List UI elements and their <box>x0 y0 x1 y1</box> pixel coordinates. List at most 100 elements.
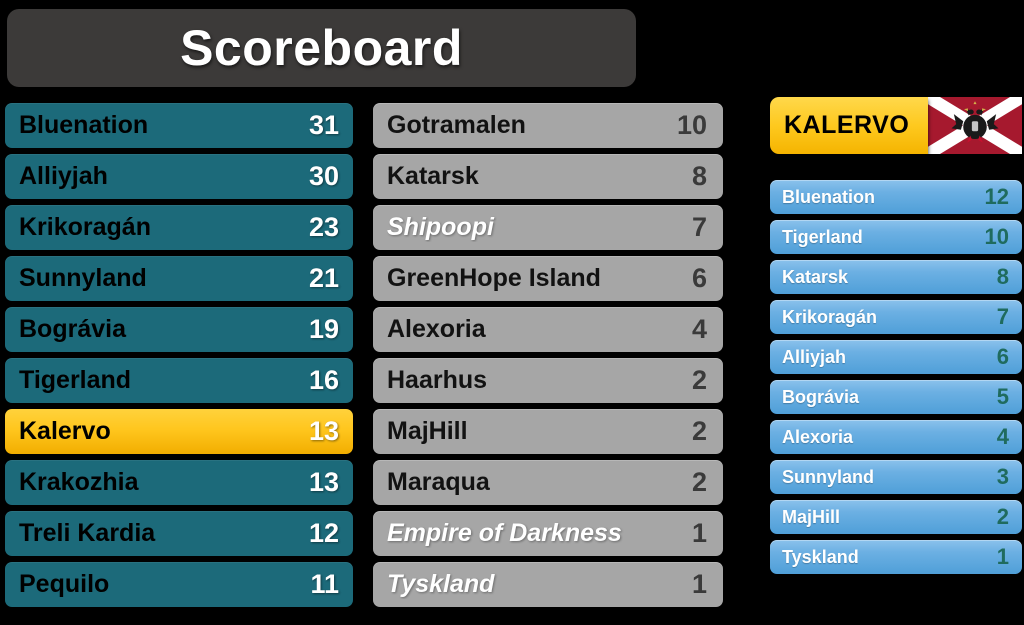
team-name: Katarsk <box>387 162 479 190</box>
team-score: 19 <box>308 314 339 344</box>
table-row[interactable]: Bográvia 5 <box>770 380 1022 414</box>
team-name: Sunnyland <box>19 264 147 292</box>
team-score: 21 <box>308 263 339 293</box>
table-row[interactable]: Treli Kardia 12 <box>5 511 353 556</box>
table-row[interactable]: Shipoopi 7 <box>373 205 723 250</box>
team-score: 4 <box>691 314 707 344</box>
table-row[interactable]: Tigerland 16 <box>5 358 353 403</box>
table-row[interactable]: Sunnyland 21 <box>5 256 353 301</box>
team-score: 30 <box>308 161 339 191</box>
team-score: 2 <box>691 365 707 395</box>
team-name: Shipoopi <box>387 213 494 241</box>
team-score: 11 <box>310 569 339 599</box>
country-panel: KALERVO Bluenation 12 Tigerland 10 Katar… <box>770 97 1022 580</box>
team-score: 2 <box>691 416 707 446</box>
team-name: Alliyjah <box>19 162 108 190</box>
team-name: Tyskland <box>387 570 495 598</box>
team-score: 16 <box>308 365 339 395</box>
table-row[interactable]: Empire of Darkness 1 <box>373 511 723 556</box>
table-row[interactable]: Krikoragán 23 <box>5 205 353 250</box>
team-name: Gotramalen <box>387 111 526 139</box>
standings-middle-column: Gotramalen 10 Katarsk 8 Shipoopi 7 GreenHope I… <box>373 103 723 613</box>
country-panel-header: KALERVO <box>770 97 1022 154</box>
country-name-label: KALERVO <box>784 111 910 139</box>
team-name: Bluenation <box>19 111 149 139</box>
team-score: 1 <box>691 518 707 548</box>
table-row[interactable]: Haarhus 2 <box>373 358 723 403</box>
table-row[interactable]: MajHill 2 <box>770 500 1022 534</box>
country-opponent-score: 6 <box>996 344 1009 369</box>
country-opponent-name: Bluenation <box>782 186 875 207</box>
country-opponent-name: Krikoragán <box>782 306 878 327</box>
team-name: Kalervo <box>19 417 111 445</box>
team-score: 23 <box>308 212 339 242</box>
country-opponent-name: Tyskland <box>782 546 859 567</box>
table-row[interactable]: MajHill 2 <box>373 409 723 454</box>
team-name: GreenHope Island <box>387 264 601 292</box>
team-name: Haarhus <box>387 366 488 394</box>
country-opponent-score: 5 <box>996 384 1009 409</box>
table-row[interactable]: Tyskland 1 <box>373 562 723 607</box>
table-row[interactable]: Bográvia 19 <box>5 307 353 352</box>
country-opponent-name: Alliyjah <box>782 346 847 367</box>
team-score: 1 <box>691 569 707 599</box>
table-row[interactable]: Kalervo 13 <box>5 409 353 454</box>
table-row[interactable]: Sunnyland 3 <box>770 460 1022 494</box>
country-opponent-name: Tigerland <box>782 226 863 247</box>
table-row[interactable]: Alexoria 4 <box>770 420 1022 454</box>
team-score: 10 <box>676 110 707 140</box>
team-score: 12 <box>308 518 339 548</box>
table-row[interactable]: Katarsk 8 <box>770 260 1022 294</box>
team-score: 13 <box>308 467 339 497</box>
team-score: 31 <box>308 110 339 140</box>
table-row[interactable]: Tyskland 1 <box>770 540 1022 574</box>
country-name-plate: KALERVO <box>770 97 928 154</box>
team-name: Tigerland <box>19 366 132 394</box>
table-row[interactable]: Bluenation 12 <box>770 180 1022 214</box>
country-opponent-score: 2 <box>996 504 1009 529</box>
team-score: 13 <box>308 416 339 446</box>
table-row[interactable]: Gotramalen 10 <box>373 103 723 148</box>
team-name: Pequilo <box>19 570 110 598</box>
team-name: MajHill <box>387 417 468 445</box>
page-title: Scoreboard <box>180 20 463 76</box>
country-opponent-score: 12 <box>984 184 1009 209</box>
table-row[interactable]: Katarsk 8 <box>373 154 723 199</box>
table-row[interactable]: Maraqua 2 <box>373 460 723 505</box>
table-row[interactable]: Alliyjah 6 <box>770 340 1022 374</box>
team-name: Alexoria <box>387 315 486 343</box>
team-name: Krakozhia <box>19 468 139 496</box>
country-opponent-name: Katarsk <box>782 266 849 287</box>
table-row[interactable]: Krakozhia 13 <box>5 460 353 505</box>
standings-left-column: Bluenation 31 Alliyjah 30 Krikoragán 23 Sunnyl… <box>5 103 353 613</box>
team-name: Treli Kardia <box>19 519 156 547</box>
title-bar: Scoreboard <box>7 9 636 87</box>
country-opponent-name: MajHill <box>782 506 841 527</box>
team-name: Maraqua <box>387 468 490 496</box>
table-row[interactable]: Krikoragán 7 <box>770 300 1022 334</box>
table-row[interactable]: GreenHope Island 6 <box>373 256 723 301</box>
country-opponent-name: Alexoria <box>782 426 854 447</box>
country-opponent-score: 1 <box>996 544 1009 569</box>
table-row[interactable]: Tigerland 10 <box>770 220 1022 254</box>
team-name: Empire of Darkness <box>387 519 622 547</box>
team-score: 6 <box>691 263 707 293</box>
table-row[interactable]: Pequilo 11 <box>5 562 353 607</box>
country-opponent-name: Sunnyland <box>782 466 875 487</box>
team-name: Bográvia <box>19 315 126 343</box>
country-opponent-score: 7 <box>996 304 1009 329</box>
team-score: 7 <box>691 212 707 242</box>
country-opponent-name: Bográvia <box>782 386 860 407</box>
country-opponent-score: 3 <box>996 464 1009 489</box>
kalervo-flag-icon <box>928 97 1022 154</box>
table-row[interactable]: Bluenation 31 <box>5 103 353 148</box>
team-score: 2 <box>691 467 707 497</box>
scoreboard-root: Scoreboard Bluenation 31 Alliyjah 30 Krikora… <box>0 0 1024 625</box>
team-name: Krikoragán <box>19 213 151 241</box>
country-opponent-score: 8 <box>996 264 1009 289</box>
country-opponent-score: 4 <box>996 424 1009 449</box>
table-row[interactable]: Alliyjah 30 <box>5 154 353 199</box>
table-row[interactable]: Alexoria 4 <box>373 307 723 352</box>
team-score: 8 <box>691 161 707 191</box>
country-opponent-score: 10 <box>984 224 1009 249</box>
